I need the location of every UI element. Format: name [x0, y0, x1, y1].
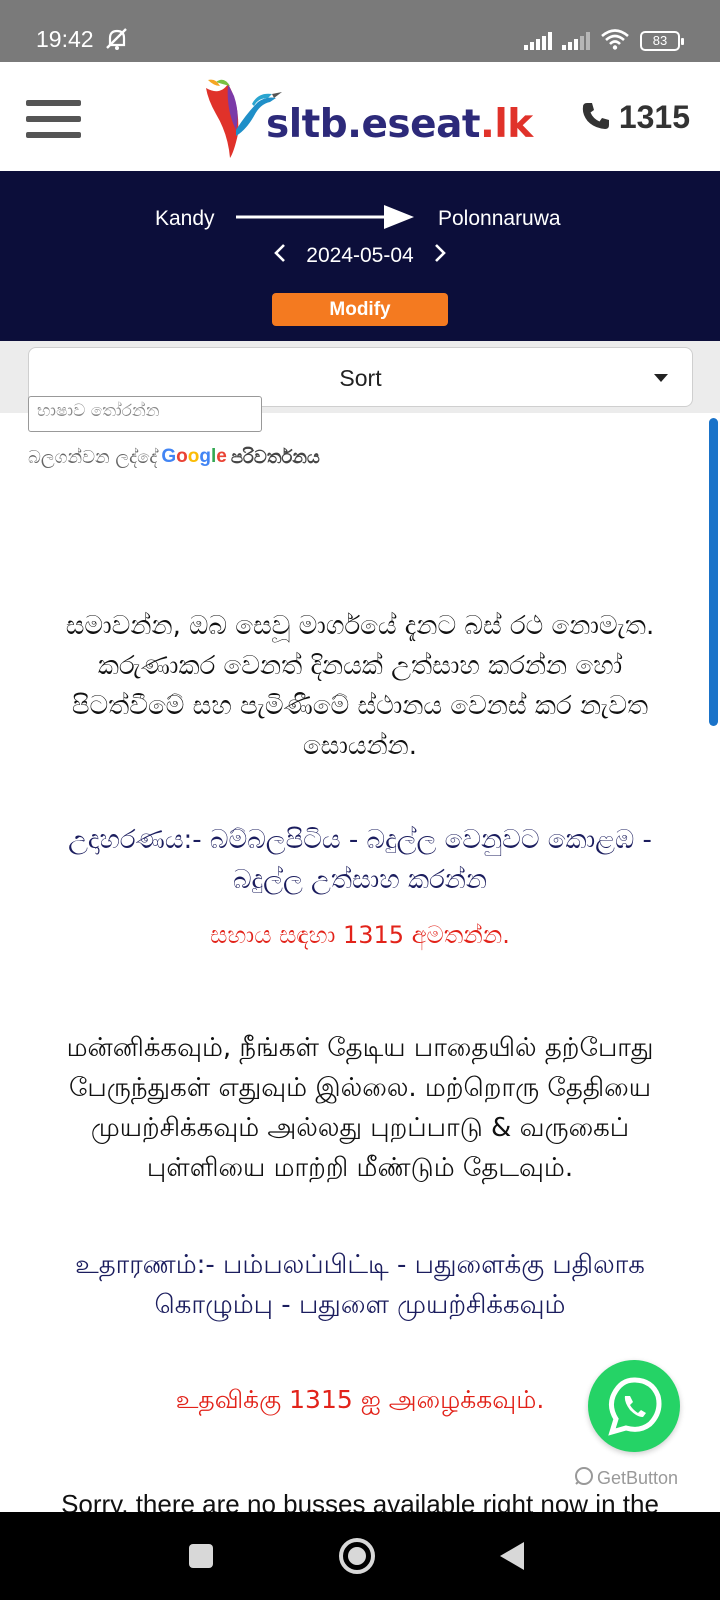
home-circle-icon[interactable]	[338, 1537, 376, 1579]
route-to: Polonnaruwa	[438, 207, 561, 230]
call-hotline-button[interactable]: 1315	[581, 99, 690, 136]
translate-link[interactable]: පරිවර්තනය	[231, 447, 320, 468]
logo[interactable]: sltb.eseat.lk	[206, 74, 533, 160]
help-message-tamil: உதவிக்கு 1315 ஐ அழைக்கவும்.	[175, 1385, 545, 1414]
back-triangle-icon[interactable]	[498, 1540, 526, 1576]
getbutton-link[interactable]: GetButton	[574, 1466, 678, 1491]
recents-square-icon[interactable]	[188, 1543, 214, 1573]
phone-icon	[581, 101, 611, 135]
google-translate-credit: බලගන්වන ලද්දේ Google පරිවර්තනය	[28, 446, 320, 468]
previous-date-chevron-icon[interactable]	[274, 243, 286, 269]
status-icons: 83	[524, 28, 684, 54]
route-summary: Kandy Polonnaruwa 2024-05-04 Modify	[0, 171, 720, 341]
no-bus-message-sinhala: සමාවන්න, ඔබ සෙවූ මාර්ගයේ දැනට බස් රථ නොම…	[65, 611, 655, 761]
next-date-chevron-icon[interactable]	[434, 243, 446, 269]
getbutton-icon	[574, 1466, 594, 1491]
hotline-number: 1315	[618, 99, 690, 135]
signal-icon	[524, 32, 552, 50]
travel-date: 2024-05-04	[306, 244, 414, 267]
translate-credit-prefix: බලගන්වන ලද්දේ	[28, 446, 158, 468]
mute-icon	[104, 27, 130, 55]
google-logo: Google	[161, 446, 227, 467]
getbutton-label: GetButton	[597, 1468, 679, 1488]
no-bus-message-tamil: மன்னிக்கவும், நீங்கள் தேடிய பாதையில் தற்…	[66, 1033, 654, 1183]
whatsapp-icon	[608, 1377, 662, 1436]
battery-icon: 83	[640, 31, 684, 51]
whatsapp-button[interactable]	[588, 1360, 680, 1452]
caret-down-icon	[654, 374, 668, 382]
menu-icon[interactable]	[26, 100, 81, 138]
date-selector: 2024-05-04	[0, 243, 720, 269]
status-bar: 19:42 83	[0, 0, 720, 62]
signal-icon	[562, 32, 590, 50]
sort-label: Sort	[339, 365, 382, 391]
system-navigation-bar	[0, 1512, 720, 1600]
modify-button[interactable]: Modify	[272, 293, 448, 326]
scrollbar-thumb[interactable]	[709, 418, 718, 726]
example-message-tamil: உதாரணம்:- பம்பலப்பிட்டி - பதுளைக்கு பதில…	[75, 1250, 645, 1320]
help-message-sinhala: සහාය සඳහා 1315 අමතන්න.	[210, 921, 510, 949]
language-select[interactable]: භාෂාව තෝරන්න	[28, 396, 262, 432]
example-message-sinhala: උදාහරණය:- බම්බලපිටිය - බදුල්ල වෙනුවට කොළ…	[68, 825, 652, 895]
logo-text: sltb.eseat.lk	[266, 102, 533, 147]
route-from: Kandy	[155, 207, 215, 230]
status-time: 19:42	[36, 26, 94, 52]
language-select-text: භාෂාව තෝරන්න	[37, 401, 160, 421]
wifi-icon	[600, 28, 630, 54]
app-header: sltb.eseat.lk 1315	[0, 62, 720, 171]
arrow-right-icon	[236, 203, 416, 235]
